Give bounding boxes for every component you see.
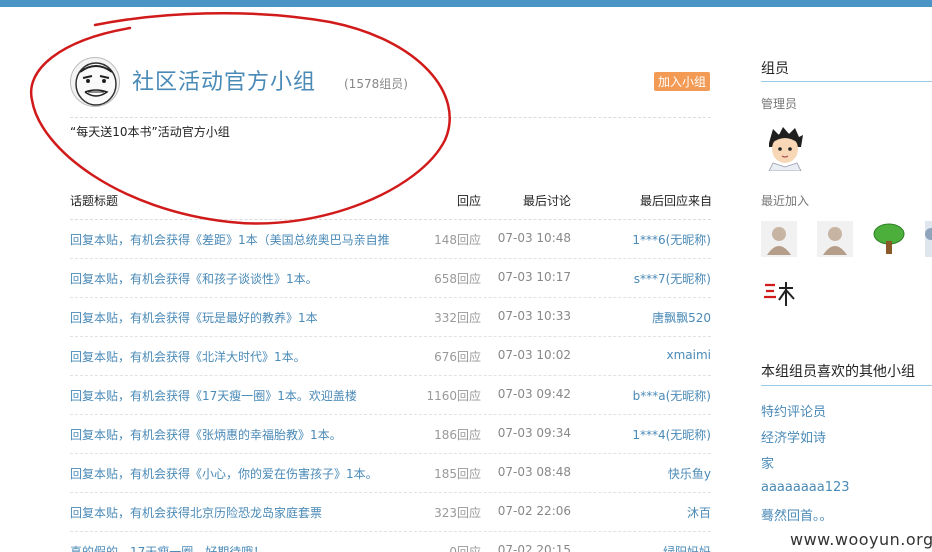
last-reply-user-link[interactable]: 1***4(无昵称) xyxy=(632,426,711,443)
last-discussion-time: 07-02 20:15 xyxy=(497,543,571,552)
recent-member-avatar[interactable] xyxy=(761,221,797,257)
join-group-button[interactable]: 加入小组 xyxy=(654,72,711,91)
reply-count: 186回应 xyxy=(434,428,481,442)
default-person-icon xyxy=(817,221,853,257)
last-reply-user-link[interactable]: s***7(无昵称) xyxy=(634,270,711,287)
topic-link[interactable]: 真的假的，17天瘦一圈，好期待哦！ xyxy=(70,543,265,552)
table-row[interactable]: 回复本贴，有机会获得《玩是最好的教养》1本 332回应 07-03 10:33 … xyxy=(70,298,711,337)
topic-link[interactable]: 回复本贴，有机会获得《小心，你的爱在伤害孩子》1本。 xyxy=(70,465,378,482)
table-row[interactable]: 回复本贴，有机会获得《张炳惠的幸福胎教》1本。 186回应 07-03 09:3… xyxy=(70,415,711,454)
last-reply-user-link[interactable]: 快乐鱼y xyxy=(668,465,711,482)
other-groups-underline xyxy=(761,385,932,386)
tree-icon xyxy=(873,223,905,254)
header-replies: 回应 xyxy=(457,194,482,208)
member-count: (1578组员) xyxy=(344,77,408,91)
last-discussion-time: 07-03 10:02 xyxy=(497,348,571,362)
table-row[interactable]: 回复本贴，有机会获得北京历险恐龙岛家庭套票 323回应 07-02 22:06 … xyxy=(70,493,711,532)
last-reply-user-link[interactable]: 唐飘飘520 xyxy=(652,309,711,326)
recent-member-avatar[interactable] xyxy=(871,221,907,257)
group-avatar[interactable] xyxy=(70,57,120,107)
table-row[interactable]: 回复本贴，有机会获得《和孩子谈谈性》1本。 658回应 07-03 10:17 … xyxy=(70,259,711,298)
topic-link[interactable]: 回复本贴，有机会获得北京历险恐龙岛家庭套票 xyxy=(70,504,322,521)
admin-label: 管理员 xyxy=(761,97,798,111)
other-group-link[interactable]: 蓦然回首。。 xyxy=(761,505,833,524)
last-reply-user-link[interactable]: 1***6(无昵称) xyxy=(632,231,711,248)
reply-count: 1160回应 xyxy=(426,389,481,403)
reply-count: 0回应 xyxy=(449,545,481,552)
recent-joined-label: 最近加入 xyxy=(761,194,810,208)
other-groups-title: 本组组员喜欢的其他小组 xyxy=(761,364,915,380)
topic-link[interactable]: 回复本贴，有机会获得《北洋大时代》1本。 xyxy=(70,348,306,365)
table-row[interactable]: 回复本贴，有机会获得《北洋大时代》1本。 676回应 07-03 10:02 x… xyxy=(70,337,711,376)
header-last-reply-from: 最后回应来自 xyxy=(640,194,713,208)
person-icon xyxy=(925,221,932,257)
watermark: www.wooyun.org xyxy=(790,530,932,549)
last-discussion-time: 07-03 10:48 xyxy=(497,231,571,245)
last-discussion-time: 07-03 10:17 xyxy=(497,270,571,284)
other-group-link[interactable]: 特约评论员 xyxy=(761,401,826,420)
last-discussion-time: 07-02 22:06 xyxy=(497,504,571,518)
members-title-underline xyxy=(761,81,932,82)
top-bar xyxy=(0,0,932,7)
reply-count: 148回应 xyxy=(434,233,481,247)
last-reply-user-link[interactable]: xmaimi xyxy=(666,348,711,362)
cartoon-boy-avatar-icon xyxy=(768,127,803,172)
recent-member-avatar[interactable] xyxy=(817,221,853,257)
last-reply-user-link[interactable]: 沐百 xyxy=(687,504,711,521)
last-discussion-time: 07-03 08:48 xyxy=(497,465,571,479)
topic-link[interactable]: 回复本贴，有机会获得《差距》1本（美国总统奥巴马亲自推 xyxy=(70,231,390,248)
table-row[interactable]: 真的假的，17天瘦一圈，好期待哦！ 0回应 07-02 20:15 绿阳妈妈 xyxy=(70,532,711,552)
topic-link[interactable]: 回复本贴，有机会获得《张炳惠的幸福胎教》1本。 xyxy=(70,426,342,443)
last-discussion-time: 07-03 09:34 xyxy=(497,426,571,440)
default-person-icon xyxy=(761,221,797,257)
meme-face-icon xyxy=(75,62,117,106)
topic-link[interactable]: 回复本贴，有机会获得《17天瘦一圈》1本。欢迎盖楼 xyxy=(70,387,357,404)
table-row[interactable]: 回复本贴，有机会获得《17天瘦一圈》1本。欢迎盖楼 1160回应 07-03 0… xyxy=(70,376,711,415)
header-topic-title: 话题标题 xyxy=(70,194,119,208)
reply-count: 332回应 xyxy=(434,311,481,325)
other-group-link[interactable]: 经济学如诗 xyxy=(761,427,826,446)
reply-count: 323回应 xyxy=(434,506,481,520)
reply-count: 658回应 xyxy=(434,272,481,286)
last-reply-user-link[interactable]: b***a(无昵称) xyxy=(633,387,711,404)
admin-avatar[interactable] xyxy=(763,125,807,172)
recent-member-avatar[interactable] xyxy=(761,276,797,312)
other-group-link[interactable]: 家 xyxy=(761,453,774,472)
topic-link[interactable]: 回复本贴，有机会获得《玩是最好的教养》1本 xyxy=(70,309,318,326)
logo-sanmu-icon xyxy=(761,276,797,312)
last-discussion-time: 07-03 09:42 xyxy=(497,387,571,401)
recent-member-avatar[interactable] xyxy=(925,221,932,257)
reply-count: 185回应 xyxy=(434,467,481,481)
other-group-link[interactable]: aaaaaaaa123 xyxy=(761,480,850,495)
topic-link[interactable]: 回复本贴，有机会获得《和孩子谈谈性》1本。 xyxy=(70,270,318,287)
group-description: “每天送10本书”活动官方小组 xyxy=(70,125,230,139)
group-title: 社区活动官方小组 xyxy=(132,70,317,95)
members-title: 组员 xyxy=(761,61,789,77)
header-last-discussion: 最后讨论 xyxy=(523,194,572,208)
reply-count: 676回应 xyxy=(434,350,481,364)
last-reply-user-link[interactable]: 绿阳妈妈 xyxy=(663,543,711,552)
last-discussion-time: 07-03 10:33 xyxy=(497,309,571,323)
header-divider xyxy=(70,117,711,118)
table-row[interactable]: 回复本贴，有机会获得《小心，你的爱在伤害孩子》1本。 185回应 07-03 0… xyxy=(70,454,711,493)
table-row[interactable]: 回复本贴，有机会获得《差距》1本（美国总统奥巴马亲自推 148回应 07-03 … xyxy=(70,220,711,259)
